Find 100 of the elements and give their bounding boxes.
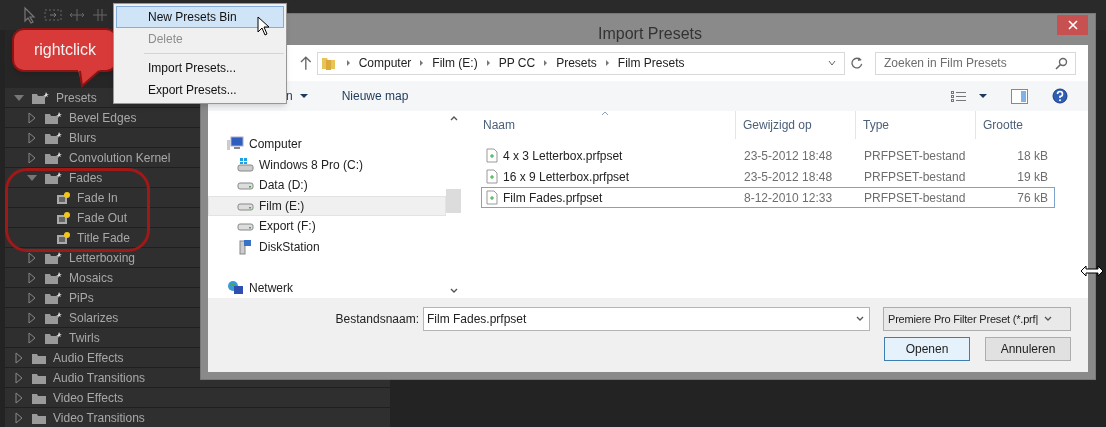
search-field[interactable]: Zoeken in Film Presets bbox=[875, 51, 1076, 75]
preset-bin-icon bbox=[31, 90, 50, 105]
tree-label: Video Transitions bbox=[53, 409, 145, 427]
file-type: PRFPSET-bestand bbox=[863, 189, 967, 207]
preset-bin-icon bbox=[44, 250, 63, 265]
chevron-icon[interactable] bbox=[419, 59, 425, 67]
rolling-edit-icon[interactable] bbox=[92, 8, 108, 22]
caret-icon[interactable] bbox=[979, 94, 987, 98]
tree-label: Twirls bbox=[69, 329, 100, 347]
tree-label: Fade Out bbox=[77, 209, 128, 227]
preset-bin-icon bbox=[44, 150, 63, 165]
expand-arrow-icon[interactable] bbox=[13, 351, 25, 364]
menu-item[interactable]: Import Presets... bbox=[116, 57, 284, 79]
file-name: Film Fades.prfpset bbox=[503, 189, 603, 207]
file-icon bbox=[486, 169, 498, 184]
chevron-icon[interactable] bbox=[543, 59, 549, 67]
preset-bin-icon bbox=[44, 270, 63, 285]
breadcrumb-item[interactable]: Film (E:) bbox=[432, 54, 478, 72]
file-size: 76 kB bbox=[1016, 189, 1048, 207]
new-folder-button[interactable]: Nieuwe map bbox=[341, 87, 409, 105]
preset-bin-icon bbox=[44, 170, 63, 185]
expand-arrow-icon[interactable] bbox=[13, 371, 25, 384]
column-header[interactable]: Gewijzigd op bbox=[735, 111, 855, 139]
breadcrumb-item[interactable]: Presets bbox=[556, 54, 597, 72]
tree-item[interactable]: Video Transitions bbox=[5, 408, 390, 427]
menu-item[interactable]: Export Presets... bbox=[116, 79, 284, 101]
file-name: 16 x 9 Letterbox.prfpset bbox=[503, 168, 630, 186]
breadcrumb-item[interactable]: PP CC bbox=[498, 54, 536, 72]
tree-label: PiPs bbox=[69, 289, 94, 307]
file-type: PRFPSET-bestand bbox=[863, 168, 967, 186]
cancel-button[interactable]: Annuleren bbox=[985, 337, 1071, 361]
file-row[interactable]: Film Fades.prfpset 8-12-2010 12:33 PRFPSET-bestand 76 kB bbox=[481, 187, 1055, 208]
preset-icon bbox=[56, 190, 71, 205]
refresh-icon[interactable] bbox=[851, 56, 865, 70]
preview-pane-icon[interactable] bbox=[1011, 88, 1028, 104]
expand-arrow-icon[interactable] bbox=[26, 251, 38, 264]
close-button[interactable] bbox=[1057, 15, 1088, 35]
tree-label: Letterboxing bbox=[69, 249, 136, 267]
preset-bin-icon bbox=[44, 310, 63, 325]
expand-arrow-icon[interactable] bbox=[26, 331, 38, 344]
track-select-icon[interactable] bbox=[44, 8, 62, 22]
tree-label: Solarizes bbox=[69, 309, 119, 327]
system-drive-icon bbox=[237, 156, 254, 173]
caret-icon[interactable] bbox=[299, 94, 308, 98]
address-bar[interactable]: Computer Film (E:) PP CC Presets Film Presets bbox=[316, 51, 846, 75]
scroll-down-icon[interactable] bbox=[449, 288, 458, 294]
tree-label: Convolution Kernel bbox=[69, 149, 171, 167]
column-header[interactable]: Naam bbox=[481, 111, 735, 139]
tree-item[interactable]: Video Effects bbox=[5, 388, 390, 408]
selection-tool-icon[interactable] bbox=[22, 6, 38, 24]
file-row[interactable]: 4 x 3 Letterbox.prfpset 23-5-2012 18:48 PRFPSET-bestand 18 kB bbox=[481, 145, 1055, 166]
dropdown-icon[interactable] bbox=[828, 60, 837, 66]
tree-label: Audio Effects bbox=[53, 349, 124, 367]
expand-arrow-icon[interactable] bbox=[26, 271, 38, 284]
file-size: 19 kB bbox=[1016, 168, 1048, 186]
preset-bin-icon bbox=[44, 110, 63, 125]
preset-icon bbox=[56, 230, 71, 245]
nav-item[interactable]: Film (E:) bbox=[208, 195, 446, 216]
column-header[interactable]: Grootte bbox=[975, 111, 1055, 139]
chevron-icon[interactable] bbox=[485, 59, 491, 67]
expand-arrow-icon[interactable] bbox=[26, 131, 38, 144]
expand-arrow-icon[interactable] bbox=[26, 151, 38, 164]
expand-arrow-icon[interactable] bbox=[26, 311, 38, 324]
chevron-icon[interactable] bbox=[604, 59, 610, 67]
file-type: PRFPSET-bestand bbox=[863, 147, 967, 165]
tree-label: Video Effects bbox=[53, 389, 124, 407]
open-button[interactable]: Openen bbox=[884, 337, 970, 361]
filename-field[interactable]: Film Fades.prfpset bbox=[423, 307, 870, 331]
pointer-cursor-icon bbox=[257, 16, 271, 37]
help-icon[interactable] bbox=[1052, 88, 1068, 104]
ripple-edit-icon[interactable] bbox=[68, 8, 86, 22]
preset-icon bbox=[56, 210, 71, 225]
chevron-icon[interactable] bbox=[345, 59, 351, 67]
organize-menu[interactable]: n bbox=[286, 87, 293, 105]
tree-label: Fade In bbox=[77, 189, 118, 207]
view-list-icon[interactable] bbox=[951, 89, 967, 103]
preset-bin-icon bbox=[44, 330, 63, 345]
expand-arrow-icon[interactable] bbox=[26, 291, 38, 304]
file-size: 18 kB bbox=[1016, 147, 1048, 165]
callout-text: rightclick bbox=[33, 40, 97, 60]
scroll-up-icon[interactable] bbox=[449, 115, 458, 121]
tree-label: Fades bbox=[69, 169, 103, 187]
preset-bin-icon bbox=[44, 290, 63, 305]
breadcrumb-item[interactable]: Computer bbox=[358, 54, 412, 72]
expand-arrow-icon[interactable] bbox=[13, 391, 25, 404]
dropdown-icon[interactable] bbox=[1044, 316, 1053, 322]
scroll-thumb[interactable] bbox=[446, 189, 461, 213]
breadcrumb-item[interactable]: Film Presets bbox=[617, 54, 685, 72]
expand-arrow-icon[interactable] bbox=[26, 111, 38, 124]
network-drive-icon bbox=[237, 238, 254, 255]
preset-bin-icon bbox=[44, 130, 63, 145]
dropdown-icon[interactable] bbox=[856, 316, 864, 322]
file-row[interactable]: 16 x 9 Letterbox.prfpset 23-5-2012 18:48 PRFPSET-bestand 19 kB bbox=[481, 166, 1055, 187]
search-icon bbox=[1055, 56, 1068, 70]
up-arrow-icon[interactable] bbox=[300, 55, 312, 71]
menu-item[interactable]: New Presets Bin bbox=[116, 6, 284, 28]
column-header[interactable]: Type bbox=[855, 111, 975, 139]
tree-label: Title Fade bbox=[77, 229, 130, 247]
expand-arrow-icon[interactable] bbox=[13, 411, 25, 424]
filter-dropdown[interactable]: Premiere Pro Filter Preset (*.prf| bbox=[883, 307, 1071, 331]
